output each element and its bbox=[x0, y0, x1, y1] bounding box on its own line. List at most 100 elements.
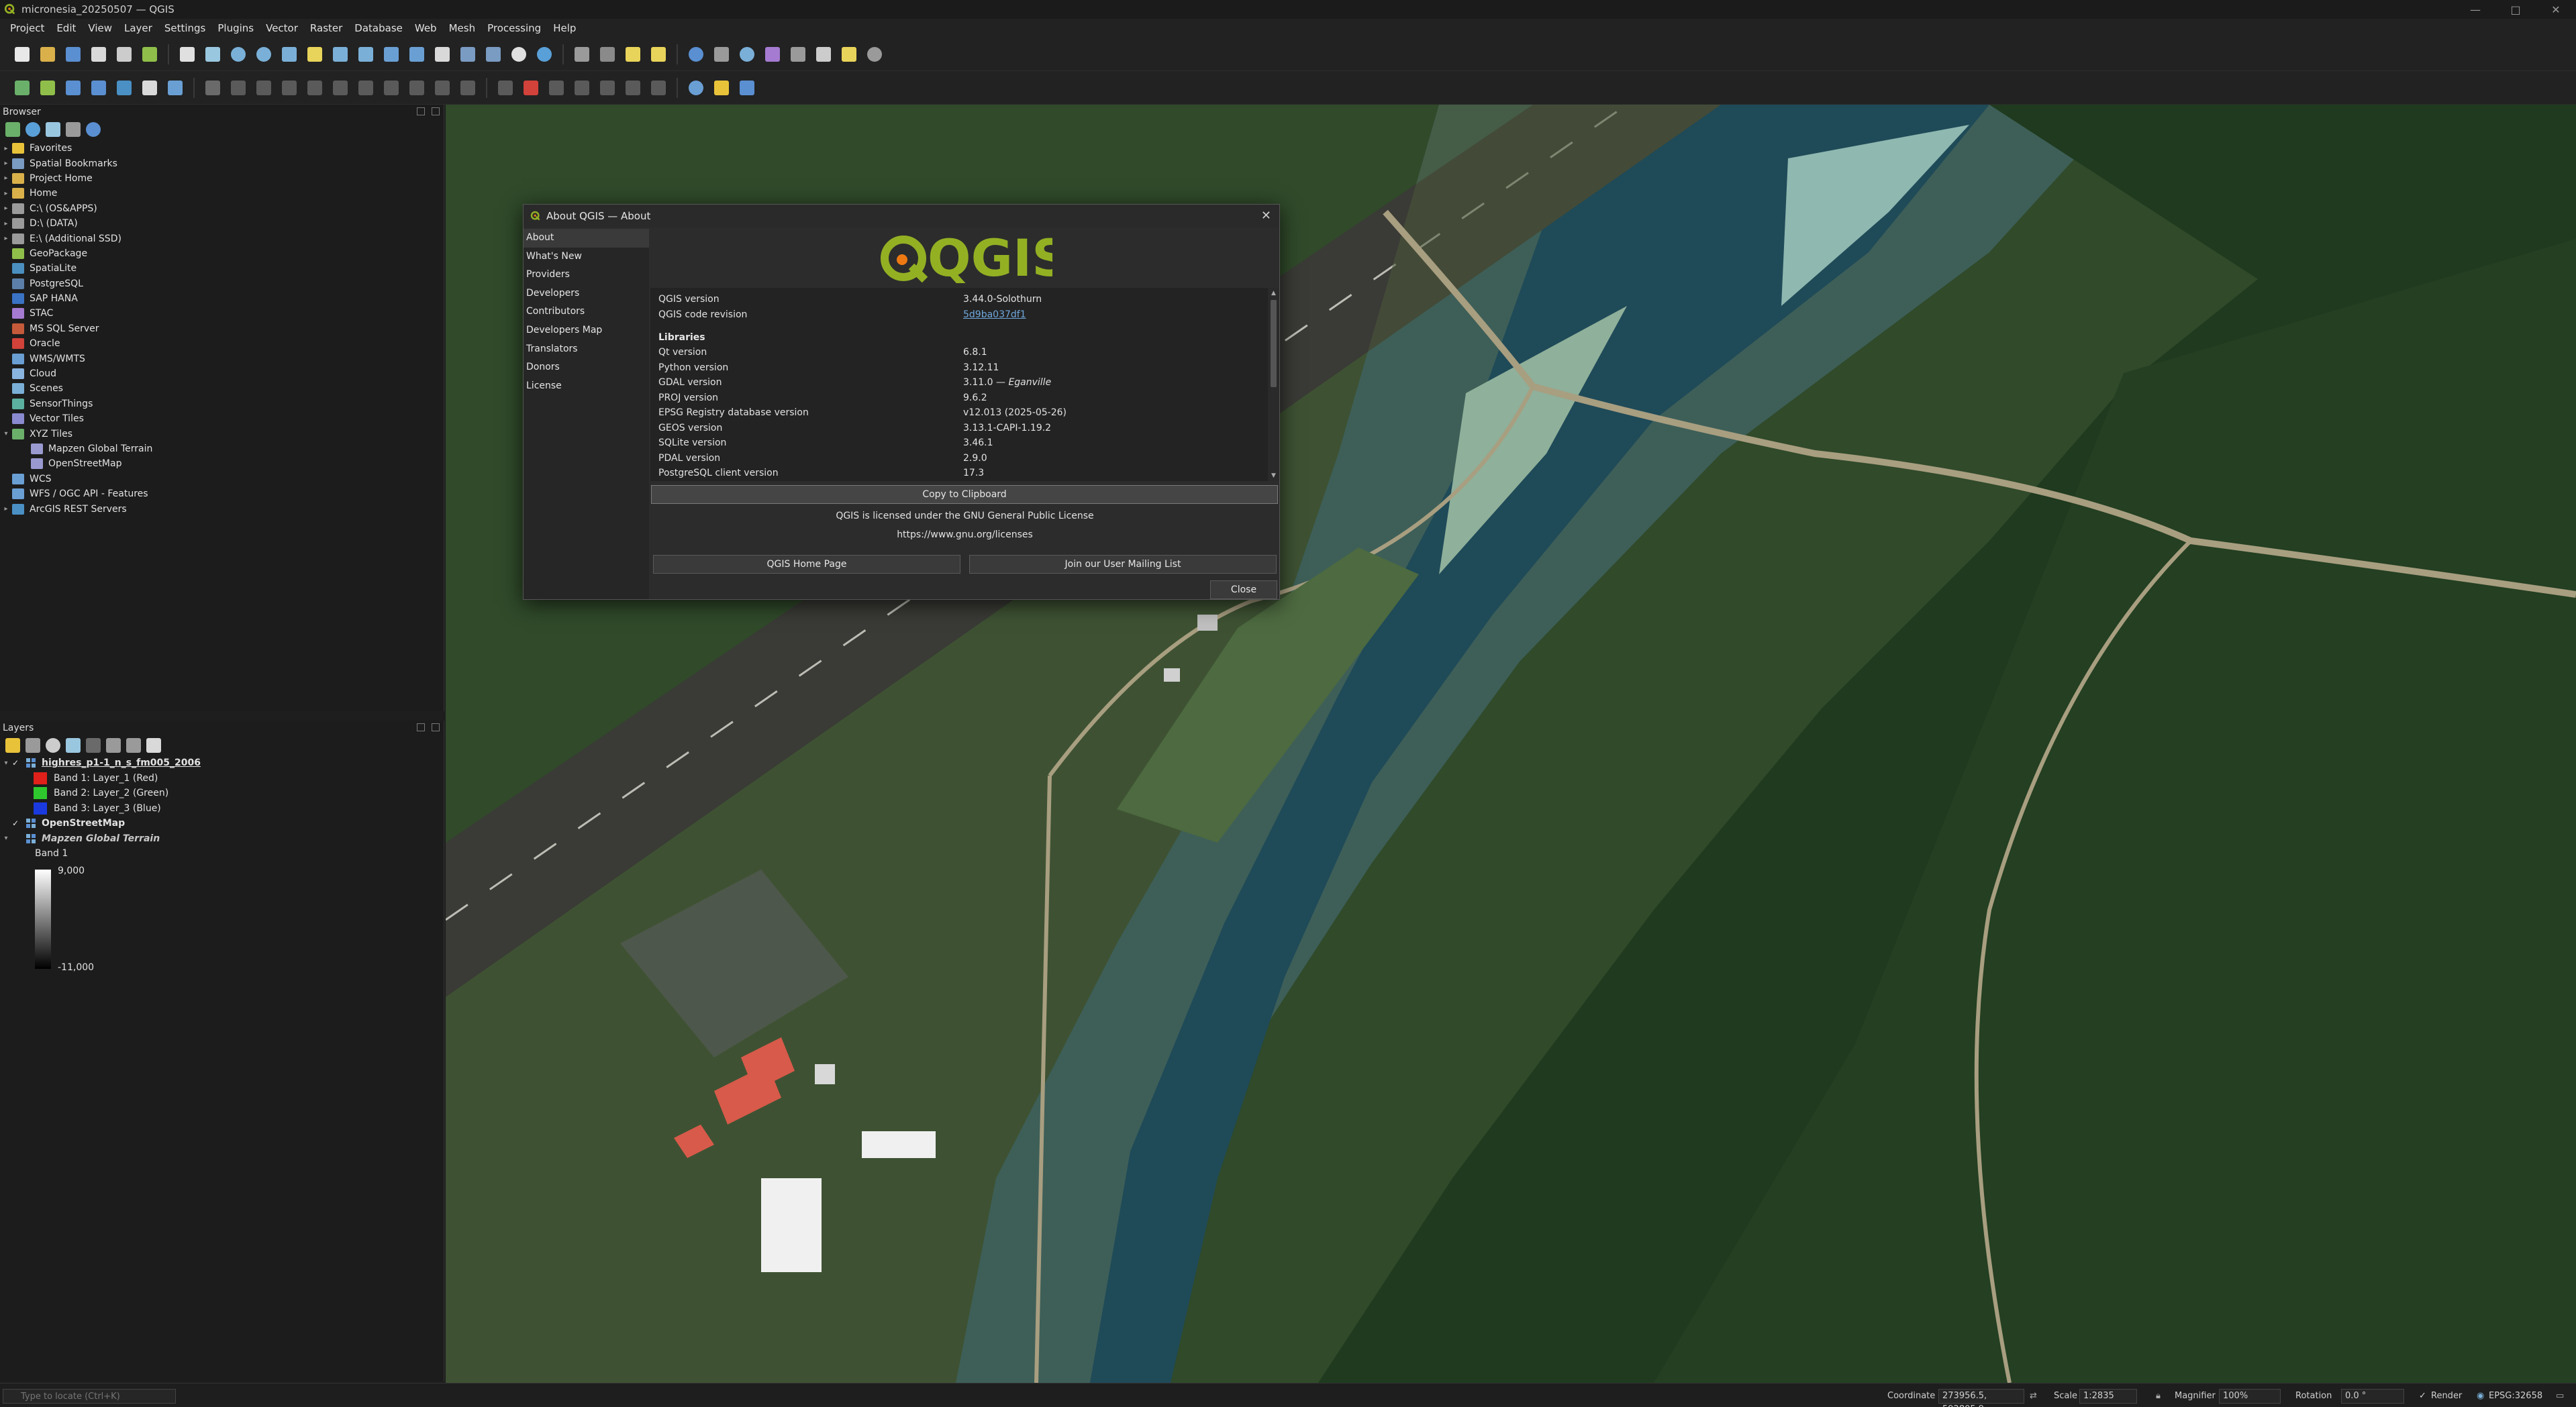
zoom-out-button[interactable] bbox=[251, 42, 277, 67]
layer-visibility-checkbox[interactable]: ✓ bbox=[12, 758, 21, 768]
properties-icon[interactable] bbox=[86, 122, 101, 137]
filter-legend-expression-icon[interactable] bbox=[86, 738, 101, 753]
expand-arrow-icon[interactable]: ▾ bbox=[0, 430, 12, 437]
license-url[interactable]: https://www.gnu.org/licenses bbox=[650, 529, 1279, 540]
statistical-summary-button[interactable] bbox=[760, 42, 785, 67]
show-bookmarks-button[interactable] bbox=[481, 42, 506, 67]
menu-plugins[interactable]: Plugins bbox=[211, 19, 260, 38]
add-delimited-text-button[interactable] bbox=[137, 75, 162, 101]
menu-help[interactable]: Help bbox=[547, 19, 582, 38]
layer-visibility-checkbox[interactable]: ✓ bbox=[12, 819, 21, 828]
browser-item[interactable]: Scenes bbox=[0, 381, 444, 396]
zoom-next-button[interactable] bbox=[404, 42, 430, 67]
vertex-tool-button[interactable] bbox=[302, 75, 328, 101]
zoom-full-button[interactable] bbox=[277, 42, 302, 67]
expand-arrow-icon[interactable]: ▸ bbox=[0, 505, 12, 513]
close-panel-button[interactable] bbox=[432, 107, 440, 115]
collapse-all-icon[interactable] bbox=[126, 738, 141, 753]
manage-map-themes-icon[interactable] bbox=[46, 738, 60, 753]
browser-item[interactable]: WFS / OGC API - Features bbox=[0, 486, 444, 501]
scrollbar-thumb[interactable] bbox=[1271, 300, 1277, 387]
layer-visibility-checkbox[interactable] bbox=[12, 834, 21, 843]
temporal-controller-button[interactable] bbox=[506, 42, 532, 67]
layer-row[interactable]: ▾ ✓ highres_p1-1_n_s_fm005_2006 bbox=[0, 755, 444, 771]
layout-manager-button[interactable] bbox=[111, 42, 137, 67]
browser-item[interactable]: Vector Tiles bbox=[0, 411, 444, 426]
menu-view[interactable]: View bbox=[82, 19, 118, 38]
info-scrollbar[interactable]: ▲ ▼ bbox=[1268, 288, 1279, 481]
style-manager-button[interactable] bbox=[137, 42, 162, 67]
browser-item[interactable]: WCS bbox=[0, 472, 444, 486]
paste-features-button[interactable] bbox=[404, 75, 430, 101]
menu-edit[interactable]: Edit bbox=[50, 19, 82, 38]
data-source-manager-button[interactable] bbox=[9, 75, 35, 101]
expand-arrow-icon[interactable]: ▸ bbox=[0, 190, 12, 197]
zoom-last-button[interactable] bbox=[379, 42, 404, 67]
float-panel-button[interactable] bbox=[417, 107, 425, 115]
browser-item[interactable]: WMS/WMTS bbox=[0, 351, 444, 366]
redo-button[interactable] bbox=[455, 75, 481, 101]
add-raster-layer-button[interactable] bbox=[86, 75, 111, 101]
label-highlight-button[interactable] bbox=[518, 75, 544, 101]
coordinate-input[interactable]: 273956.5, 592805.9 bbox=[1938, 1389, 2024, 1407]
menu-raster[interactable]: Raster bbox=[304, 19, 348, 38]
close-button[interactable]: Close bbox=[1210, 580, 1277, 599]
toggle-editing-button[interactable] bbox=[200, 75, 226, 101]
expand-arrow-icon[interactable]: ▸ bbox=[0, 160, 12, 167]
add-vector-layer-button[interactable] bbox=[60, 75, 86, 101]
crs-globe-icon[interactable]: ◉ bbox=[2477, 1389, 2484, 1404]
map-tips-button[interactable] bbox=[836, 42, 862, 67]
label-pin-button[interactable] bbox=[544, 75, 569, 101]
label-move-button[interactable] bbox=[595, 75, 620, 101]
save-edits-button[interactable] bbox=[251, 75, 277, 101]
locator-search-input[interactable] bbox=[3, 1389, 176, 1404]
toggle-extents-icon[interactable]: ⇄ bbox=[2030, 1389, 2037, 1404]
add-group-icon[interactable] bbox=[26, 738, 40, 753]
new-project-button[interactable] bbox=[9, 42, 35, 67]
save-project-button[interactable] bbox=[60, 42, 86, 67]
browser-item[interactable]: ▸ D:\ (DATA) bbox=[0, 216, 444, 231]
new-map-view-button[interactable] bbox=[430, 42, 455, 67]
browser-item[interactable]: ▸ Favorites bbox=[0, 141, 444, 156]
attribute-table-open-button[interactable] bbox=[785, 42, 811, 67]
browser-item[interactable]: SAP HANA bbox=[0, 291, 444, 306]
rotation-spinbox[interactable]: 0.0 ° bbox=[2341, 1389, 2404, 1404]
browser-item[interactable]: SpatiaLite bbox=[0, 261, 444, 276]
lock-scale-icon[interactable]: 🔒︎ bbox=[2156, 1389, 2161, 1404]
expand-arrow-icon[interactable]: ▸ bbox=[0, 205, 12, 212]
messages-icon[interactable]: ▭ bbox=[2556, 1389, 2564, 1404]
close-window-button[interactable]: ✕ bbox=[2536, 0, 2576, 19]
nav-contributors[interactable]: Contributors bbox=[524, 303, 649, 321]
browser-item[interactable]: Cloud bbox=[0, 366, 444, 381]
refresh-button[interactable] bbox=[532, 42, 557, 67]
browser-item[interactable]: OpenStreetMap bbox=[0, 456, 444, 471]
python-console-button[interactable] bbox=[709, 75, 734, 101]
identify-button[interactable] bbox=[569, 42, 595, 67]
pan-to-selection-button[interactable] bbox=[200, 42, 226, 67]
browser-item[interactable]: ▸ C:\ (OS&APPS) bbox=[0, 201, 444, 216]
processing-toolbox-button[interactable] bbox=[734, 42, 760, 67]
browser-item[interactable]: ▾ XYZ Tiles bbox=[0, 426, 444, 441]
expand-arrow-icon[interactable]: ▸ bbox=[0, 220, 12, 227]
new-print-layout-button[interactable] bbox=[86, 42, 111, 67]
close-panel-button[interactable] bbox=[432, 723, 440, 731]
browser-item[interactable]: MS SQL Server bbox=[0, 321, 444, 336]
layer-row[interactable]: ▾ Mapzen Global Terrain bbox=[0, 831, 444, 847]
layer-styling-icon[interactable] bbox=[5, 738, 20, 753]
copy-to-clipboard-button[interactable]: Copy to Clipboard bbox=[651, 485, 1278, 504]
crs-button[interactable]: EPSG:32658 bbox=[2489, 1389, 2542, 1404]
render-checkbox[interactable]: ✓ bbox=[2419, 1389, 2426, 1404]
browser-item[interactable]: GeoPackage bbox=[0, 246, 444, 261]
undo-button[interactable] bbox=[430, 75, 455, 101]
mailing-list-button[interactable]: Join our User Mailing List bbox=[969, 555, 1277, 574]
nav-license[interactable]: License bbox=[524, 377, 649, 396]
menu-layer[interactable]: Layer bbox=[118, 19, 158, 38]
maximize-button[interactable]: □ bbox=[2495, 0, 2536, 19]
browser-item[interactable]: Mapzen Global Terrain bbox=[0, 441, 444, 456]
open-field-calculator-button[interactable] bbox=[709, 42, 734, 67]
zoom-selection-button[interactable] bbox=[302, 42, 328, 67]
expand-arrow-icon[interactable]: ▸ bbox=[0, 174, 12, 182]
open-project-button[interactable] bbox=[35, 42, 60, 67]
menu-project[interactable]: Project bbox=[4, 19, 50, 38]
expand-arrow-icon[interactable]: ▸ bbox=[0, 145, 12, 152]
